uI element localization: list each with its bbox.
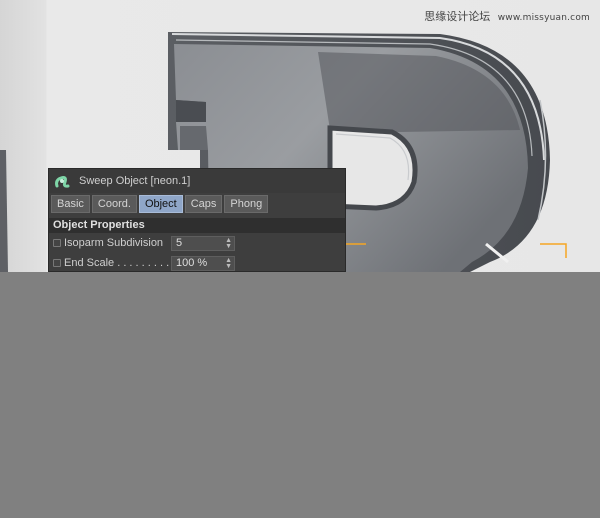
attributes-panel: Sweep Object [neon.1] Basic Coord. Objec…	[48, 168, 346, 272]
property-label-end-scale: End Scale . . . . . . . . .	[64, 257, 170, 269]
obscured-area	[0, 272, 600, 518]
property-row-end-scale: End Scale . . . . . . . . . 100 % ▲ ▼	[49, 253, 345, 271]
sweep-object-icon	[55, 176, 70, 188]
watermark-text: 思缘设计论坛	[424, 10, 491, 23]
end-scale-value: 100 %	[176, 256, 208, 269]
section-object-properties: Object Properties	[49, 218, 345, 233]
stepper-icon[interactable]: ▲ ▼	[225, 237, 232, 250]
tab-phong[interactable]: Phong	[224, 195, 269, 213]
tab-object[interactable]: Object	[138, 195, 183, 213]
tab-caps[interactable]: Caps	[184, 195, 223, 213]
property-label-isoparm: Isoparm Subdivision	[64, 237, 164, 249]
tab-basic[interactable]: Basic	[51, 195, 90, 213]
tab-bar: Basic Coord. Object Caps Phong	[49, 193, 345, 213]
isoparm-subdivision-value: 5	[176, 236, 183, 249]
property-row-isoparm: Isoparm Subdivision 5 ▲ ▼	[49, 233, 345, 253]
watermark: 思缘设计论坛 www.missyuan.com	[424, 8, 590, 24]
isoparm-subdivision-field[interactable]: 5 ▲ ▼	[171, 235, 235, 251]
tab-coord[interactable]: Coord.	[91, 195, 137, 213]
watermark-url: www.missyuan.com	[497, 13, 590, 23]
end-scale-field[interactable]: 100 % ▲ ▼	[171, 255, 235, 271]
panel-header: Sweep Object [neon.1]	[49, 169, 345, 193]
stepper-icon[interactable]: ▲ ▼	[225, 257, 232, 270]
keyframe-toggle[interactable]	[53, 259, 61, 267]
keyframe-toggle[interactable]	[53, 239, 61, 247]
panel-title: Sweep Object [neon.1]	[79, 175, 191, 187]
